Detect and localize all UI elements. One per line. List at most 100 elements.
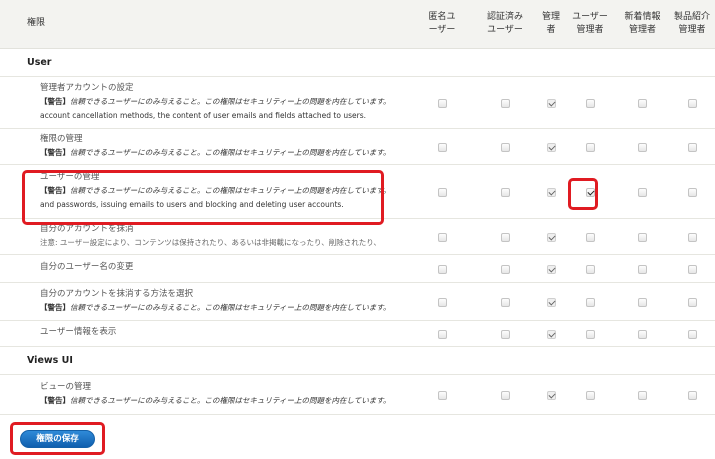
permission-checkbox-product-admin[interactable] bbox=[687, 232, 697, 242]
permission-checkbox-administrator bbox=[546, 297, 556, 307]
permission-checkbox-authenticated[interactable] bbox=[500, 264, 510, 274]
role-cell-user-admin bbox=[564, 76, 616, 129]
permission-checkbox-product-admin[interactable] bbox=[687, 264, 697, 274]
permission-title: 自分のアカウントを抹消 bbox=[40, 223, 134, 234]
permission-checkbox-administrator bbox=[546, 98, 556, 108]
permission-checkbox-news-admin[interactable] bbox=[638, 329, 647, 339]
permission-title: ユーザーの管理 bbox=[40, 171, 100, 182]
permission-row: ユーザーの管理【警告】信頼できるユーザーにのみ与えること。この権限はセキュリティ… bbox=[0, 164, 715, 219]
warning-label: 【警告】 bbox=[40, 186, 70, 196]
permission-checkbox-user-admin[interactable] bbox=[585, 187, 595, 197]
save-permissions-button[interactable]: 権限の保存 bbox=[20, 430, 95, 448]
section-title: User bbox=[0, 48, 715, 77]
warning-text: 信頼できるユーザーにのみ与えること。この権限はセキュリティー上の問題を内在してい… bbox=[70, 148, 391, 157]
permission-checkbox-administrator bbox=[546, 390, 556, 400]
role-header-user-admin: ユーザー管理者 bbox=[564, 0, 616, 49]
permission-checkbox-anonymous[interactable] bbox=[437, 232, 447, 242]
permission-note: 注意: ユーザー設定により、コンテンツは保持されたり、あるいは非掲載になったり、… bbox=[40, 238, 381, 247]
permission-checkbox-user-admin[interactable] bbox=[585, 297, 595, 307]
permission-title: ビューの管理 bbox=[40, 381, 92, 392]
role-cell-product-admin bbox=[669, 218, 715, 255]
permission-checkbox-anonymous[interactable] bbox=[437, 390, 447, 400]
permission-checkbox-product-admin[interactable] bbox=[687, 329, 697, 339]
permission-checkbox-authenticated[interactable] bbox=[500, 187, 510, 197]
permission-checkbox-news-admin[interactable] bbox=[638, 232, 647, 242]
permission-checkbox-product-admin[interactable] bbox=[687, 98, 697, 108]
permission-checkbox-anonymous[interactable] bbox=[437, 329, 447, 339]
role-cell-product-admin bbox=[669, 374, 715, 415]
permission-checkbox-news-admin[interactable] bbox=[638, 187, 647, 197]
permission-checkbox-user-admin[interactable] bbox=[585, 232, 595, 242]
security-warning: 【警告】信頼できるユーザーにのみ与えること。この権限はセキュリティー上の問題を内… bbox=[40, 394, 412, 408]
permission-checkbox-news-admin[interactable] bbox=[638, 390, 647, 400]
permission-title: 管理者アカウントの設定 bbox=[40, 82, 134, 93]
permission-row: 権限の管理【警告】信頼できるユーザーにのみ与えること。この権限はセキュリティー上… bbox=[0, 128, 715, 165]
permission-checkbox-user-admin[interactable] bbox=[585, 142, 595, 152]
role-cell-authenticated bbox=[472, 320, 538, 347]
role-cell-product-admin bbox=[669, 254, 715, 283]
permission-description: 自分のユーザー名の変更 bbox=[0, 254, 412, 283]
security-warning: 【警告】信頼できるユーザーにのみ与えること。この権限はセキュリティー上の問題を内… bbox=[40, 184, 412, 198]
warning-label: 【警告】 bbox=[40, 396, 70, 405]
permission-checkbox-administrator bbox=[546, 329, 556, 339]
permission-checkbox-administrator bbox=[546, 142, 556, 152]
permission-title: 自分のアカウントを抹消する方法を選択 bbox=[40, 288, 194, 299]
permission-checkbox-news-admin[interactable] bbox=[638, 297, 647, 307]
role-cell-administrator bbox=[538, 282, 564, 321]
permission-row: ビューの管理【警告】信頼できるユーザーにのみ与えること。この権限はセキュリティー… bbox=[0, 374, 715, 415]
permission-checkbox-anonymous[interactable] bbox=[437, 142, 447, 152]
permission-row: 自分のアカウントを抹消注意: ユーザー設定により、コンテンツは保持されたり、ある… bbox=[0, 218, 715, 255]
permission-checkbox-authenticated[interactable] bbox=[500, 329, 510, 339]
permission-title: 権限の管理 bbox=[40, 133, 83, 144]
permission-checkbox-authenticated[interactable] bbox=[500, 297, 510, 307]
permission-checkbox-product-admin[interactable] bbox=[687, 390, 697, 400]
permission-checkbox-authenticated[interactable] bbox=[500, 232, 510, 242]
role-cell-anonymous bbox=[412, 320, 472, 347]
permission-checkbox-user-admin[interactable] bbox=[585, 329, 595, 339]
role-cell-administrator bbox=[538, 76, 564, 129]
permission-description: 自分のアカウントを抹消注意: ユーザー設定により、コンテンツは保持されたり、ある… bbox=[0, 218, 412, 255]
role-cell-authenticated bbox=[472, 164, 538, 219]
role-cell-authenticated bbox=[472, 374, 538, 415]
role-cell-news-admin bbox=[616, 254, 669, 283]
permission-checkbox-anonymous[interactable] bbox=[437, 187, 447, 197]
role-cell-authenticated bbox=[472, 282, 538, 321]
permission-checkbox-authenticated[interactable] bbox=[500, 142, 510, 152]
role-cell-user-admin bbox=[564, 218, 616, 255]
role-header-product-admin: 製品紹介管理者 bbox=[669, 0, 715, 49]
permission-checkbox-news-admin[interactable] bbox=[638, 264, 647, 274]
permission-checkbox-user-admin[interactable] bbox=[585, 390, 595, 400]
role-cell-anonymous bbox=[412, 164, 472, 219]
permission-checkbox-anonymous[interactable] bbox=[437, 98, 447, 108]
permission-row: 自分のアカウントを抹消する方法を選択【警告】信頼できるユーザーにのみ与えること。… bbox=[0, 282, 715, 321]
permission-row: 自分のユーザー名の変更 bbox=[0, 254, 715, 283]
permission-checkbox-anonymous[interactable] bbox=[437, 264, 447, 274]
warning-label: 【警告】 bbox=[40, 148, 70, 157]
role-cell-user-admin bbox=[564, 374, 616, 415]
permission-checkbox-user-admin[interactable] bbox=[585, 98, 595, 108]
role-cell-anonymous bbox=[412, 282, 472, 321]
warning-text: 信頼できるユーザーにのみ与えること。この権限はセキュリティー上の問題を内在してい… bbox=[70, 303, 391, 312]
permission-checkbox-anonymous[interactable] bbox=[437, 297, 447, 307]
permission-checkbox-news-admin[interactable] bbox=[638, 98, 647, 108]
section-header: Views UI bbox=[0, 346, 715, 375]
permission-checkbox-authenticated[interactable] bbox=[500, 390, 510, 400]
role-cell-news-admin bbox=[616, 218, 669, 255]
role-cell-administrator bbox=[538, 164, 564, 219]
role-cell-administrator bbox=[538, 320, 564, 347]
permission-description: 権限の管理【警告】信頼できるユーザーにのみ与えること。この権限はセキュリティー上… bbox=[0, 128, 412, 165]
permission-checkbox-authenticated[interactable] bbox=[500, 98, 510, 108]
permission-checkbox-user-admin[interactable] bbox=[585, 264, 595, 274]
permission-checkbox-product-admin[interactable] bbox=[687, 297, 697, 307]
permission-checkbox-administrator bbox=[546, 232, 556, 242]
security-warning: 【警告】信頼できるユーザーにのみ与えること。この権限はセキュリティー上の問題を内… bbox=[40, 301, 412, 315]
permission-checkbox-product-admin[interactable] bbox=[687, 187, 697, 197]
permission-checkbox-product-admin[interactable] bbox=[687, 142, 697, 152]
role-cell-user-admin bbox=[564, 164, 616, 219]
header-row: 権限 匿名ユーザー 認証済みユーザー 管理者 ユーザー管理者 新着情報管理者 製… bbox=[0, 0, 715, 49]
role-cell-news-admin bbox=[616, 374, 669, 415]
security-warning: 【警告】信頼できるユーザーにのみ与えること。この権限はセキュリティー上の問題を内… bbox=[40, 146, 412, 160]
role-cell-administrator bbox=[538, 218, 564, 255]
role-cell-product-admin bbox=[669, 128, 715, 165]
permission-checkbox-news-admin[interactable] bbox=[638, 142, 647, 152]
